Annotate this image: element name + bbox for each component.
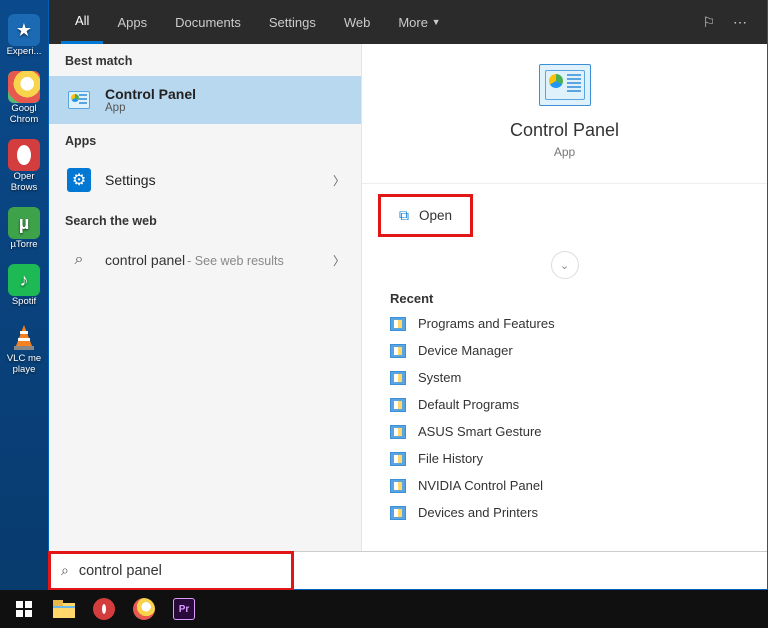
- control-panel-icon: [65, 86, 93, 114]
- search-icon: ⌕: [65, 246, 93, 274]
- cpl-icon: [390, 479, 406, 493]
- taskbar-file-explorer[interactable]: [44, 590, 84, 628]
- tab-apps[interactable]: Apps: [103, 0, 161, 44]
- cpl-icon: [390, 398, 406, 412]
- best-match-header: Best match: [49, 44, 361, 76]
- result-title: Control Panel: [105, 86, 196, 102]
- taskbar-opera[interactable]: [84, 590, 124, 628]
- result-settings[interactable]: ⚙ Settings 〉: [49, 156, 361, 204]
- search-web-header: Search the web: [49, 204, 361, 236]
- gear-icon: ⚙: [67, 168, 91, 192]
- recent-system[interactable]: System: [390, 370, 739, 385]
- control-panel-hero-icon: [539, 64, 591, 106]
- desktop-icon-spotify[interactable]: ♪Spotif: [0, 264, 48, 307]
- apps-header: Apps: [49, 124, 361, 156]
- results-list: Best match Control Panel App Apps ⚙ Sett…: [49, 44, 361, 551]
- recent-nvidia-panel[interactable]: NVIDIA Control Panel: [390, 478, 739, 493]
- cpl-icon: [390, 452, 406, 466]
- cpl-icon: [390, 425, 406, 439]
- taskbar-premiere[interactable]: Pr: [164, 590, 204, 628]
- chevron-right-icon: 〉: [333, 172, 345, 189]
- search-bar: ⌕: [49, 551, 767, 589]
- taskbar-chrome[interactable]: [124, 590, 164, 628]
- desktop-icon-experience[interactable]: ★Experi...: [0, 14, 48, 57]
- cpl-icon: [390, 506, 406, 520]
- recent-device-manager[interactable]: Device Manager: [390, 343, 739, 358]
- recent-header: Recent: [362, 291, 767, 316]
- feedback-icon[interactable]: ⚐: [702, 14, 715, 31]
- chevron-down-icon: ▼: [432, 17, 441, 27]
- result-control-panel[interactable]: Control Panel App: [49, 76, 361, 124]
- start-button[interactable]: [4, 590, 44, 628]
- recent-default-programs[interactable]: Default Programs: [390, 397, 739, 412]
- tab-all[interactable]: All: [61, 0, 103, 44]
- cpl-icon: [390, 344, 406, 358]
- preview-subtitle: App: [554, 145, 575, 159]
- tab-more[interactable]: More ▼: [384, 0, 454, 44]
- tab-web[interactable]: Web: [330, 0, 385, 44]
- tab-documents[interactable]: Documents: [161, 0, 255, 44]
- result-subtitle: App: [105, 102, 196, 114]
- tab-settings[interactable]: Settings: [255, 0, 330, 44]
- desktop-icon-utorrent[interactable]: µµTorre: [0, 207, 48, 250]
- preview-title: Control Panel: [510, 120, 619, 141]
- desktop-icon-opera[interactable]: Oper Brows: [0, 139, 48, 193]
- open-action[interactable]: ⧉ Open: [378, 194, 473, 237]
- more-options-icon[interactable]: ⋯: [733, 14, 747, 31]
- recent-programs-features[interactable]: Programs and Features: [390, 316, 739, 331]
- expand-actions-button[interactable]: ⌄: [551, 251, 579, 279]
- recent-devices-printers[interactable]: Devices and Printers: [390, 505, 739, 520]
- chevron-right-icon: 〉: [333, 252, 345, 269]
- cpl-icon: [390, 371, 406, 385]
- result-web-search[interactable]: ⌕ control panel - See web results 〉: [49, 236, 361, 284]
- desktop-icon-vlc[interactable]: VLC me playe: [0, 321, 48, 375]
- taskbar: Pr: [0, 590, 768, 628]
- search-input[interactable]: [79, 563, 755, 579]
- recent-asus-gesture[interactable]: ASUS Smart Gesture: [390, 424, 739, 439]
- recent-file-history[interactable]: File History: [390, 451, 739, 466]
- open-icon: ⧉: [399, 207, 409, 224]
- search-filter-tabs: All Apps Documents Settings Web More ▼ ⚐…: [49, 0, 767, 44]
- desktop-icon-chrome[interactable]: Googl Chrom: [0, 71, 48, 125]
- search-icon: ⌕: [61, 562, 69, 579]
- search-panel: All Apps Documents Settings Web More ▼ ⚐…: [48, 0, 768, 590]
- preview-pane: Control Panel App ⧉ Open ⌄ Recent Progra…: [361, 44, 767, 551]
- cpl-icon: [390, 317, 406, 331]
